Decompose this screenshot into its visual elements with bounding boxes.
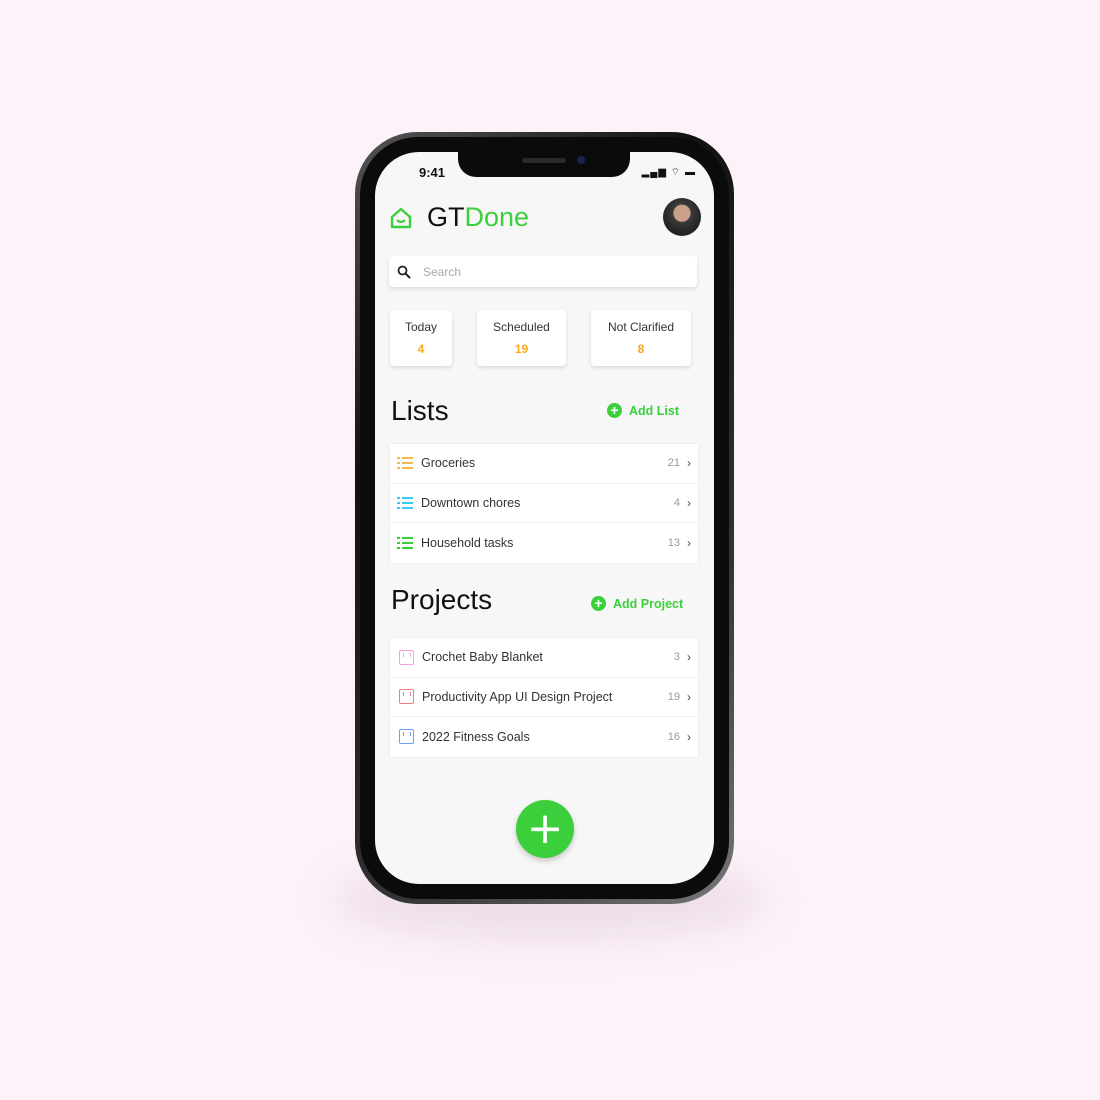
board-icon	[399, 649, 414, 665]
app-screen: 9:41 ▂▄▆ ⌔ ▬ GTDone Today 4 Scheduled 19 N…	[375, 152, 714, 884]
item-count: 19	[667, 690, 680, 703]
avatar[interactable]	[663, 198, 701, 236]
phone-frame: 9:41 ▂▄▆ ⌔ ▬ GTDone Today 4 Scheduled 19 N…	[355, 132, 734, 904]
item-label: Household tasks	[421, 535, 514, 550]
plus-circle-icon: +	[607, 403, 622, 418]
lists-list: Groceries 21 › Downtown chores 4 › Household t…	[390, 444, 698, 563]
status-icons: ▂▄▆ ⌔ ▬	[641, 167, 696, 178]
app-header: GTDone	[389, 202, 529, 233]
stat-label: Today	[404, 320, 438, 334]
board-icon	[399, 729, 414, 745]
board-icon	[399, 689, 414, 705]
list-item[interactable]: Groceries 21 ›	[390, 444, 698, 484]
add-list-label: Add List	[629, 403, 679, 418]
home-icon[interactable]	[389, 206, 413, 230]
item-count: 13	[667, 536, 680, 549]
stat-count: 8	[637, 342, 645, 356]
item-label: Groceries	[421, 456, 476, 471]
projects-title: Projects	[391, 584, 493, 615]
add-project-label: Add Project	[613, 596, 684, 611]
stat-label: Scheduled	[493, 320, 550, 334]
stat-count: 19	[514, 342, 529, 356]
list-item[interactable]: Productivity App UI Design Project 19 ›	[390, 678, 698, 717]
app-title: GTDone	[427, 202, 530, 232]
add-list-button[interactable]: + Add List	[607, 403, 679, 418]
chevron-right-icon: ›	[687, 456, 691, 471]
item-count: 3	[673, 651, 680, 664]
list-icon	[397, 496, 413, 509]
list-icon	[397, 457, 413, 470]
list-icon	[397, 536, 413, 549]
add-task-fab[interactable]: +	[516, 800, 574, 858]
chevron-right-icon: ›	[687, 495, 691, 510]
chevron-right-icon: ›	[687, 535, 691, 550]
item-count: 4	[673, 496, 680, 509]
chevron-right-icon: ›	[687, 689, 691, 704]
list-item[interactable]: Household tasks 13 ›	[390, 523, 698, 563]
stat-label: Not Clarified	[607, 320, 675, 334]
item-label: Downtown chores	[421, 495, 521, 510]
item-label: Crochet Baby Blanket	[422, 650, 543, 665]
item-label: Productivity App UI Design Project	[422, 689, 613, 704]
item-label: 2022 Fitness Goals	[422, 729, 530, 744]
status-time: 9:41	[419, 165, 446, 180]
chevron-right-icon: ›	[687, 650, 691, 665]
item-count: 21	[667, 457, 680, 470]
stat-count: 4	[417, 342, 425, 356]
projects-list: Crochet Baby Blanket 3 › Productivity App U…	[390, 638, 698, 757]
notch	[458, 152, 630, 177]
stat-scheduled[interactable]: Scheduled 19	[477, 310, 566, 366]
search-input[interactable]	[423, 264, 578, 279]
list-item[interactable]: Crochet Baby Blanket 3 ›	[390, 638, 698, 678]
list-item[interactable]: Downtown chores 4 ›	[390, 484, 698, 523]
stat-not-clarified[interactable]: Not Clarified 8	[591, 310, 691, 366]
stat-today[interactable]: Today 4	[390, 310, 452, 366]
plus-circle-icon: +	[591, 596, 606, 611]
chevron-right-icon: ›	[687, 729, 691, 744]
list-item[interactable]: 2022 Fitness Goals 16 ›	[390, 717, 698, 757]
item-count: 16	[667, 730, 680, 743]
add-project-button[interactable]: + Add Project	[591, 596, 683, 611]
search-icon	[397, 265, 411, 279]
lists-title: Lists	[391, 395, 449, 426]
search-bar	[389, 256, 697, 287]
